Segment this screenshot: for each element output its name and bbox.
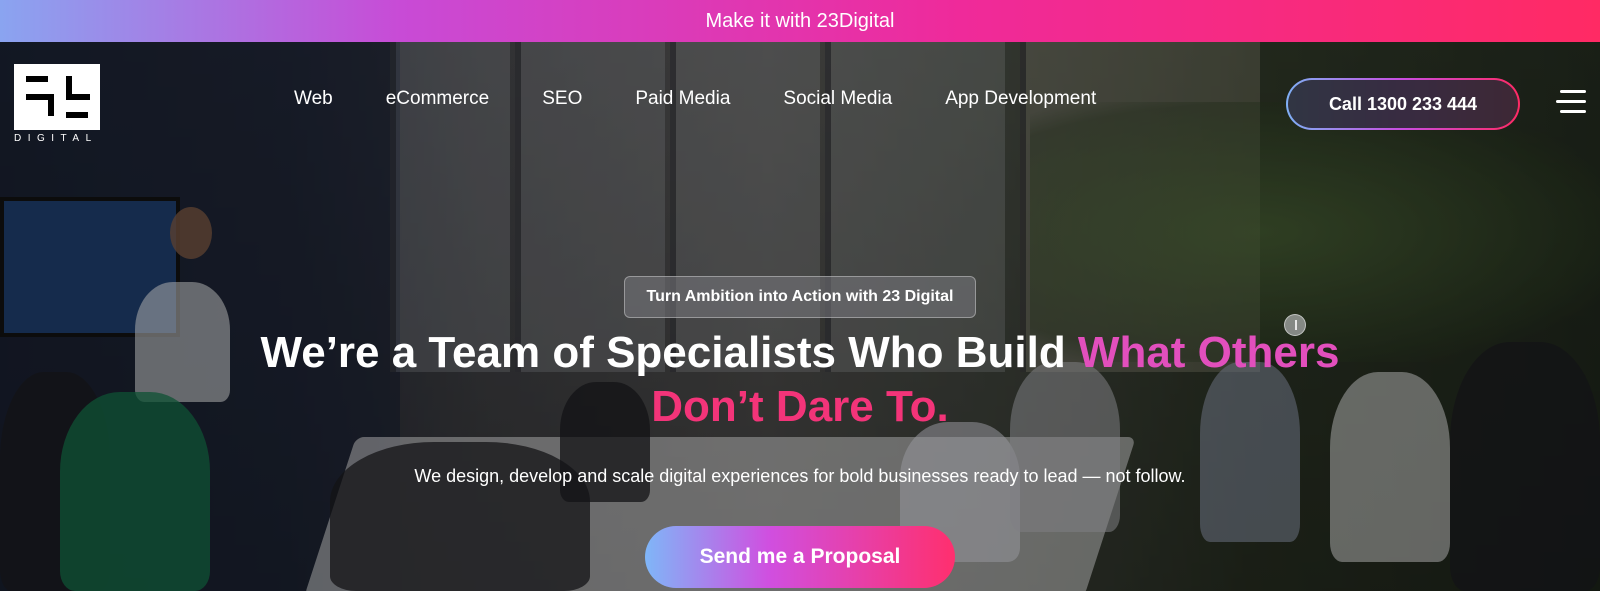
headline-highlight-1: What Others bbox=[1077, 328, 1340, 377]
logo-wordmark: DIGITAL bbox=[14, 133, 98, 144]
nav-item-social-media[interactable]: Social Media bbox=[783, 88, 892, 110]
send-proposal-button[interactable]: Send me a Proposal bbox=[645, 526, 955, 588]
hero-headline: We’re a Team of Specialists Who Build Wh… bbox=[0, 326, 1600, 434]
info-icon[interactable] bbox=[1284, 314, 1306, 336]
headline-highlight-2: Don’t Dare To. bbox=[651, 382, 949, 431]
promo-bar: Make it with 23Digital bbox=[0, 0, 1600, 42]
logo-mark bbox=[14, 64, 100, 130]
logo[interactable]: DIGITAL bbox=[14, 64, 100, 144]
call-button-label: Call 1300 233 444 bbox=[1288, 80, 1518, 128]
nav-item-seo[interactable]: SEO bbox=[542, 88, 582, 110]
headline-white: We’re a Team of Specialists Who Build bbox=[260, 328, 1078, 377]
call-button[interactable]: Call 1300 233 444 bbox=[1286, 78, 1520, 130]
nav-item-paid-media[interactable]: Paid Media bbox=[635, 88, 730, 110]
hero-badge: Turn Ambition into Action with 23 Digita… bbox=[624, 276, 976, 318]
promo-text: Make it with 23Digital bbox=[705, 9, 895, 32]
nav-item-web[interactable]: Web bbox=[294, 88, 333, 110]
hamburger-icon[interactable] bbox=[1556, 90, 1586, 114]
main-nav: Web eCommerce SEO Paid Media Social Medi… bbox=[294, 88, 1149, 110]
nav-item-app-development[interactable]: App Development bbox=[945, 88, 1096, 110]
nav-item-ecommerce[interactable]: eCommerce bbox=[386, 88, 489, 110]
hero-subtext: We design, develop and scale digital exp… bbox=[414, 466, 1186, 486]
